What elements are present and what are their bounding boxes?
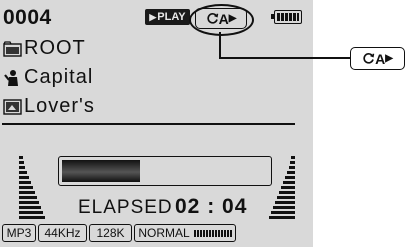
- play-status-badge: ▶ PLAY: [145, 9, 190, 25]
- folder-icon: [2, 40, 22, 58]
- artist-name: Capital: [24, 66, 94, 88]
- callout-repeat-label: A: [375, 50, 386, 67]
- artist-row: Capital: [2, 66, 93, 89]
- format-badge: MP3: [2, 224, 36, 242]
- repeat-icon: [363, 53, 375, 64]
- eq-level-icon: [193, 229, 232, 237]
- play-status-label: PLAY: [157, 11, 186, 23]
- callout-line-horizontal: [219, 57, 351, 59]
- progress-bar: [58, 156, 272, 186]
- callout-repeat-badge: A ▶: [350, 47, 405, 70]
- format-label: MP3: [6, 226, 32, 240]
- folder-name: ROOT: [24, 37, 86, 59]
- elapsed-label: ELAPSED: [78, 197, 173, 218]
- folder-row: ROOT: [2, 37, 86, 60]
- sample-rate-badge: 44KHz: [38, 224, 87, 242]
- sample-rate-label: 44KHz: [44, 226, 81, 240]
- eq-mode-label: NORMAL: [138, 226, 190, 240]
- bitrate-label: 128K: [96, 226, 125, 240]
- song-title-icon: [2, 98, 22, 116]
- play-arrow-icon: ▶: [385, 53, 393, 64]
- battery-icon: [271, 10, 302, 24]
- title-row: Lover's: [2, 95, 95, 118]
- play-icon: ▶: [149, 11, 157, 22]
- eq-mode-badge: NORMAL: [134, 224, 236, 242]
- bitrate-badge: 128K: [89, 224, 132, 242]
- artist-icon: [2, 69, 22, 87]
- song-title: Lover's: [24, 95, 95, 117]
- callout-line-vertical: [219, 32, 221, 58]
- player-lcd-screen: 0004 ▶ PLAY A ▶ ROOT Capital Lover's ELA…: [0, 0, 313, 247]
- divider: [2, 123, 295, 125]
- elapsed-time: 02 : 04: [175, 195, 248, 218]
- track-number: 0004: [3, 6, 52, 29]
- highlight-ellipse: [189, 4, 254, 36]
- progress-fill: [62, 160, 140, 182]
